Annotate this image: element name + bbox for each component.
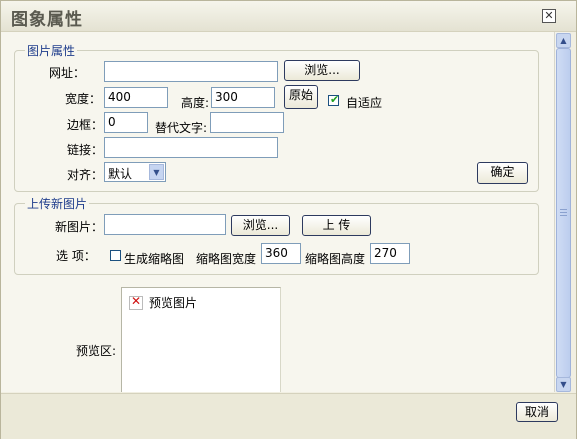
thumb-width-label: 缩略图宽度 (196, 252, 257, 266)
generate-thumbnail-checkbox[interactable] (110, 250, 121, 261)
auto-fit-checkbox[interactable]: ✔ (328, 93, 340, 106)
link-label: 链接： (67, 143, 104, 157)
image-properties-dialog: 图象属性 ✕ 图片属性 网址： 浏览... 宽度： 高度: 原始 ✔ 自适应 边… (0, 0, 577, 439)
dialog-content: 图片属性 网址： 浏览... 宽度： 高度: 原始 ✔ 自适应 边框： 替代文字… (1, 32, 554, 392)
browse-button[interactable]: 浏览... (284, 60, 360, 81)
scrollbar-thumb[interactable] (556, 48, 571, 378)
broken-image-icon: ✕ (129, 294, 143, 310)
auto-fit-label: 自适应 (346, 96, 383, 110)
ok-button[interactable]: 确定 (477, 162, 528, 184)
alt-text-label: 替代文字: (155, 121, 208, 135)
preview-area: ✕ 预览图片 (121, 287, 281, 392)
border-label: 边框： (67, 118, 104, 132)
upload-button[interactable]: 上 传 (302, 215, 371, 236)
height-label: 高度: (181, 96, 210, 110)
thumb-height-input[interactable] (370, 243, 410, 264)
original-size-button[interactable]: 原始 (284, 85, 318, 109)
dialog-titlebar: 图象属性 ✕ (1, 1, 576, 32)
generate-thumbnail-label: 生成缩略图 (124, 252, 185, 266)
link-input[interactable] (104, 137, 278, 158)
align-select[interactable]: 默认 ▼ (104, 162, 166, 182)
thumb-width-input[interactable] (261, 243, 301, 264)
dialog-footer: 取消 (1, 393, 576, 439)
url-label: 网址： (49, 66, 86, 80)
scroll-up-icon[interactable]: ▲ (556, 33, 571, 48)
align-label: 对齐： (67, 168, 104, 182)
preview-label: 预览区: (76, 344, 117, 358)
grip-icon (560, 209, 567, 210)
checkmark-icon: ✔ (330, 93, 340, 106)
border-input[interactable] (104, 112, 148, 133)
height-input[interactable] (211, 87, 275, 108)
width-label: 宽度： (65, 92, 102, 106)
dialog-title: 图象属性 (11, 10, 83, 30)
image-properties-legend: 图片属性 (27, 44, 76, 58)
preview-placeholder-text: 预览图片 (149, 296, 198, 310)
close-icon[interactable]: ✕ (542, 9, 556, 23)
vertical-scrollbar[interactable]: ▲ ▼ (554, 32, 571, 392)
thumb-height-label: 缩略图高度 (305, 252, 366, 266)
scroll-down-icon[interactable]: ▼ (556, 377, 571, 392)
alt-text-input[interactable] (210, 112, 284, 133)
url-input[interactable] (104, 61, 278, 82)
width-input[interactable] (104, 87, 168, 108)
upload-browse-button[interactable]: 浏览... (231, 215, 290, 236)
new-image-label: 新图片： (55, 220, 104, 234)
cancel-button[interactable]: 取消 (516, 402, 558, 422)
options-label: 选 项： (56, 249, 96, 263)
align-selected-value: 默认 (108, 167, 133, 181)
new-image-file-input[interactable] (104, 214, 226, 235)
chevron-down-icon[interactable]: ▼ (149, 164, 164, 180)
upload-legend: 上传新图片 (27, 197, 88, 211)
